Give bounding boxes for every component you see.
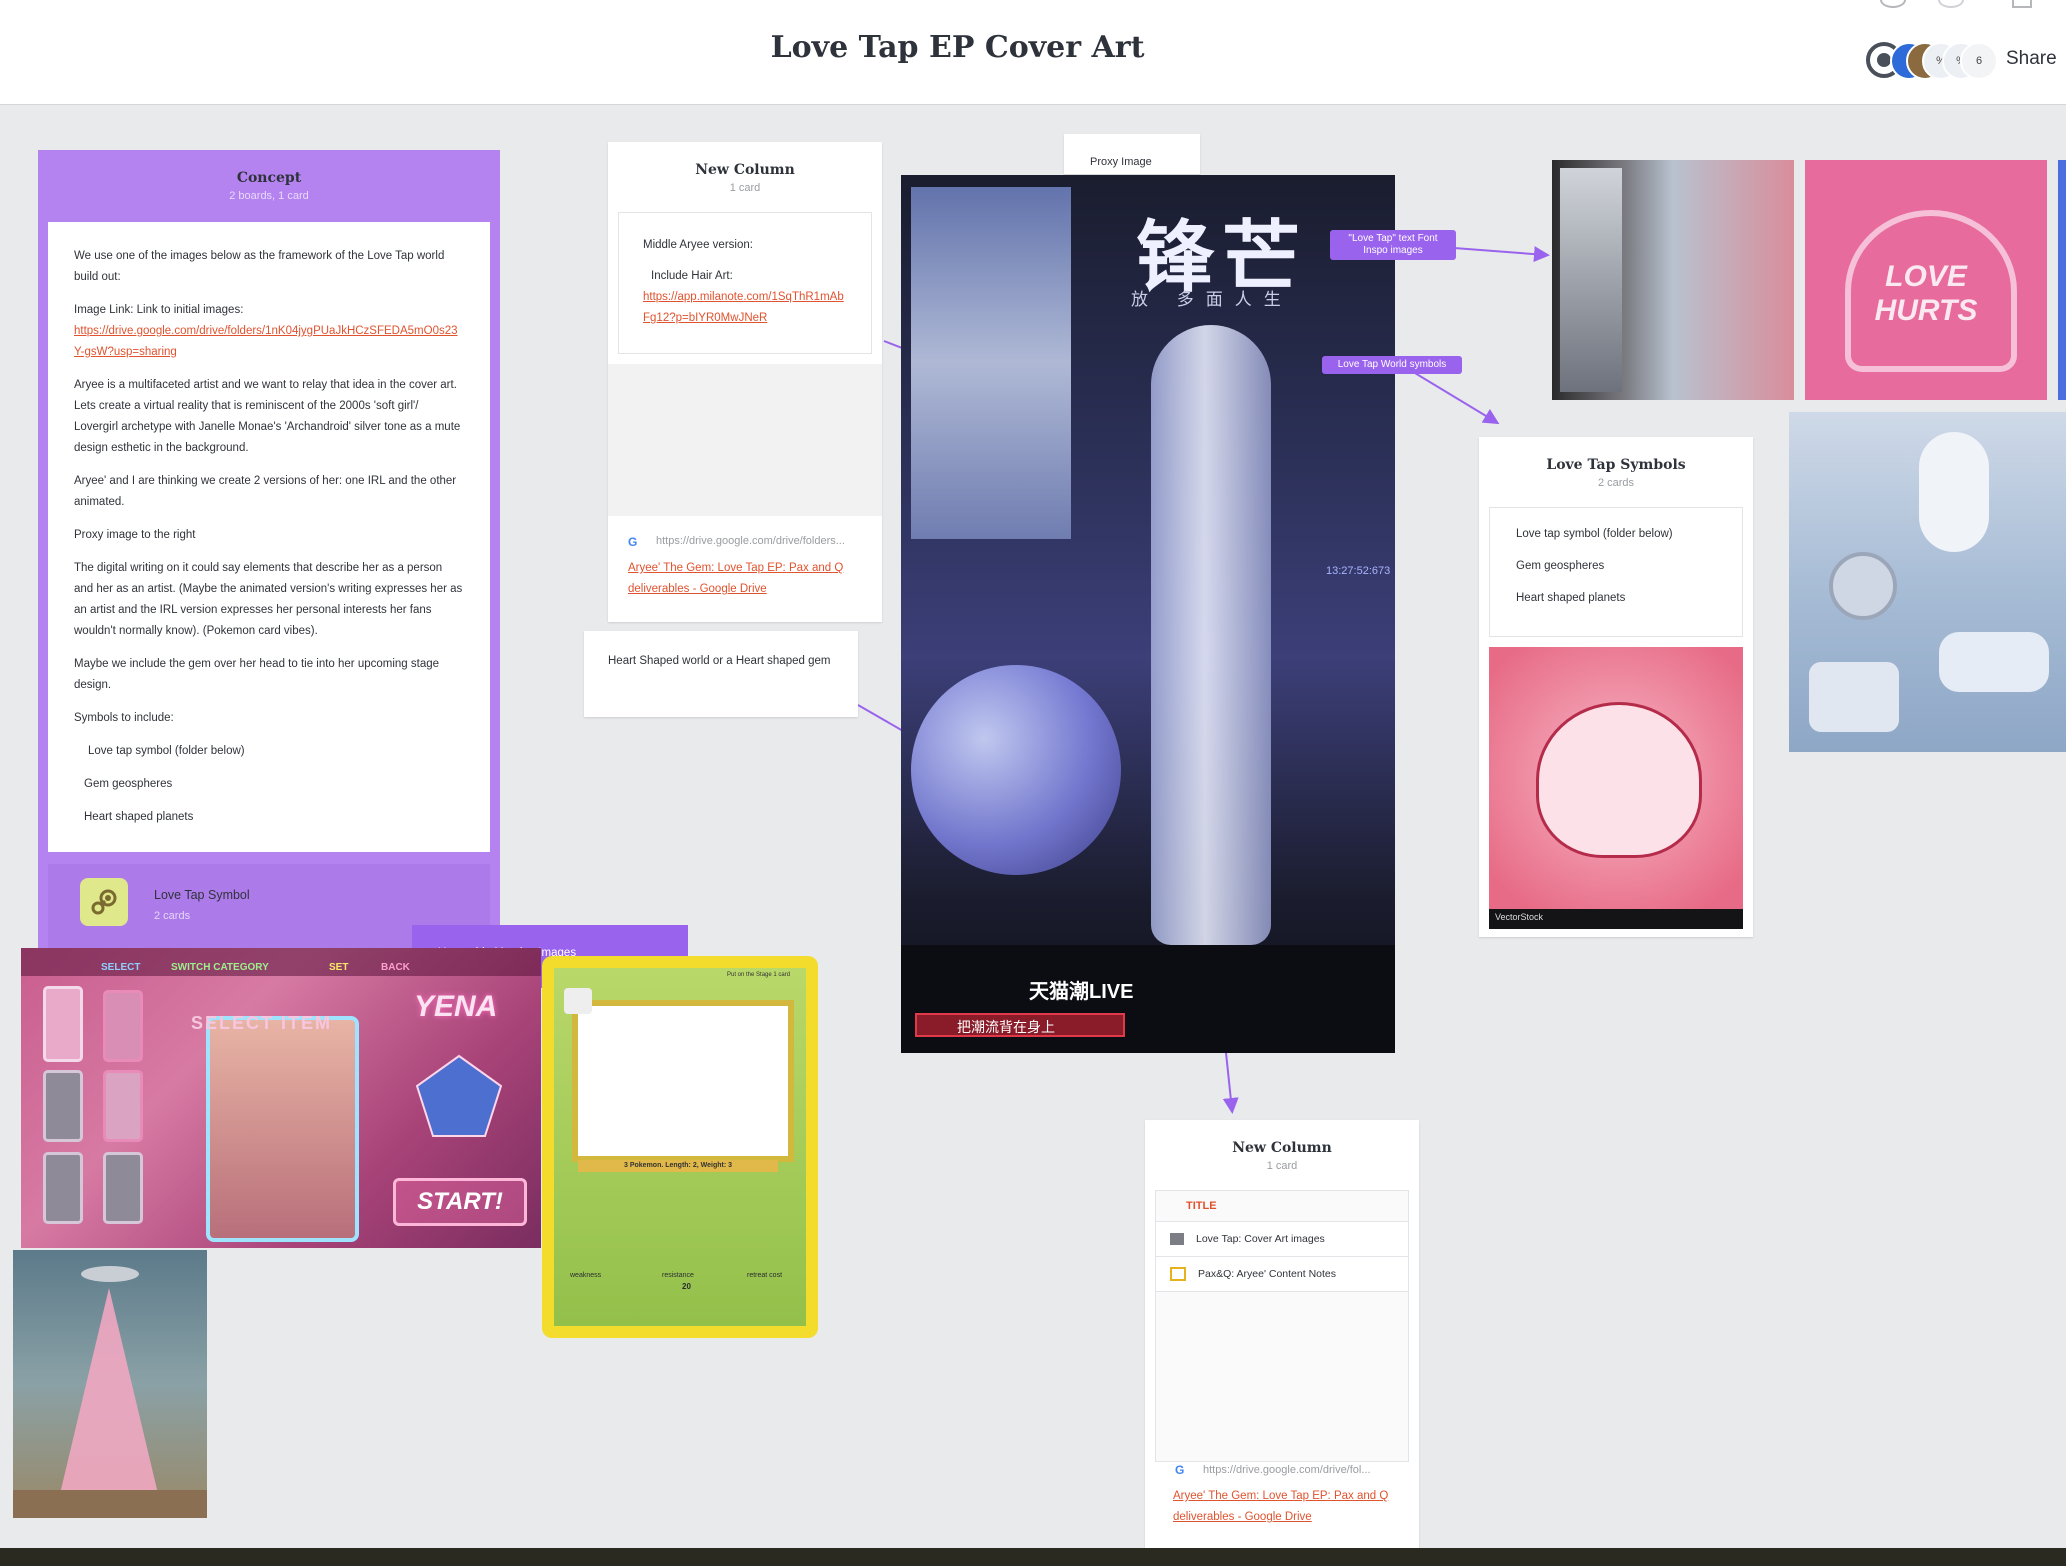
stats-pentagon xyxy=(415,1054,503,1137)
google-g-icon: G xyxy=(628,535,638,549)
column-count: 1 card xyxy=(1266,1160,1298,1172)
bookmark-url: https://drive.google.com/drive/fol... xyxy=(1203,1464,1371,1476)
symbol-item: Heart shaped planets xyxy=(84,811,194,823)
note-line: Include Hair Art: xyxy=(651,270,733,282)
concept-paragraph: Aryee is a multifaceted artist and we wa… xyxy=(74,379,461,454)
resistance-label: resistance xyxy=(662,1272,694,1279)
hair-note-card[interactable]: Middle Aryee version: Include Hair Art: … xyxy=(618,212,872,354)
font-inspo-image-love-hurts[interactable]: LOVE HURTS xyxy=(1805,160,2047,400)
note-text: Heart Shaped world or a Heart shaped gem xyxy=(608,655,831,667)
concept-paragraph: The digital writing on it could say elem… xyxy=(74,562,463,637)
row-label: Love Tap: Cover Art images xyxy=(1196,1232,1325,1245)
concept-paragraph: Aryee' and I are thinking we create 2 ve… xyxy=(74,475,457,508)
font-inspo-image-chrome-face[interactable] xyxy=(1552,160,1794,400)
world-symbols-tag[interactable]: Love Tap World symbols xyxy=(1322,356,1462,374)
new-column-bottom[interactable]: New Column 1 card TITLE Love Tap: Cover … xyxy=(1145,1120,1419,1550)
google-g-icon: G xyxy=(1175,1463,1185,1477)
select-hint: SELECT xyxy=(101,962,141,973)
drive-link[interactable]: https://drive.google.com/drive/folders/1… xyxy=(74,321,464,363)
poster-slogan: 把潮流背在身上 xyxy=(915,1013,1125,1037)
heart-globe-graphic xyxy=(1536,702,1702,858)
character-name: YENA xyxy=(414,990,498,1023)
note-icon xyxy=(1170,1267,1186,1281)
sub-board-count: 2 cards xyxy=(154,910,191,922)
set-hint: SET xyxy=(329,962,349,973)
proxy-image-label[interactable]: Proxy Image xyxy=(1064,134,1200,174)
concept-paragraph: We use one of the images below as the fr… xyxy=(74,250,445,283)
card-top-label: Put on the Stage 1 card xyxy=(727,972,791,978)
symbol-item: Heart shaped planets xyxy=(1516,592,1626,604)
partial-inspo-image[interactable] xyxy=(2058,160,2066,400)
column-title: New Column xyxy=(1232,1140,1332,1156)
heart-world-note[interactable]: Heart Shaped world or a Heart shaped gem xyxy=(584,631,858,717)
pokemon-card-template-image[interactable]: Put on the Stage 1 card 3 Pokemon. Lengt… xyxy=(542,956,818,1338)
weakness-label: weakness xyxy=(570,1272,602,1279)
bottom-edge-strip xyxy=(0,1548,2066,1566)
select-item-heading: SELECT ITEM xyxy=(191,1013,333,1033)
symbol-item: Gem geospheres xyxy=(84,778,173,790)
new-column-top[interactable]: New Column 1 card Middle Aryee version: … xyxy=(608,142,882,622)
poster-brand: 天猫潮LIVE xyxy=(1029,981,1134,1003)
bookmark-preview-area xyxy=(608,364,882,516)
concept-paragraph: Image Link: Link to initial images: xyxy=(74,304,244,316)
connector-line xyxy=(1453,246,1550,263)
steam-logo-icon xyxy=(80,878,128,926)
row-label: Pax&Q: Aryee' Content Notes xyxy=(1198,1267,1336,1280)
symbol-item: Gem geospheres xyxy=(1516,560,1605,572)
linked-items-table: TITLE Love Tap: Cover Art images Pax&Q: … xyxy=(1155,1190,1409,1462)
love-hurts-text: LOVE HURTS xyxy=(1874,260,1978,327)
proxy-label-text: Proxy Image xyxy=(1090,156,1152,168)
concept-title: Concept xyxy=(236,170,302,186)
table-row[interactable]: Love Tap: Cover Art images xyxy=(1156,1222,1408,1257)
poster-chinese-subtitle: 放 多面人生 xyxy=(1131,290,1293,309)
symbols-board-title: Love Tap Symbols xyxy=(1546,457,1686,473)
symbol-item: Love tap symbol (folder below) xyxy=(88,745,245,757)
back-hint: BACK xyxy=(381,962,410,973)
proxy-poster-image[interactable]: 锋芒 放 多面人生 13:27:52:673 天猫潮LIVE 把潮流背在身上 xyxy=(901,175,1395,1053)
card-info-strip: 3 Pokemon. Length: 2, Weight: 3 xyxy=(578,1160,778,1172)
switch-category-hint: SWITCH CATEGORY xyxy=(171,962,269,973)
retreat-cost-label: retreat cost xyxy=(747,1272,783,1279)
heart-globe-image[interactable]: VectorStock xyxy=(1489,647,1743,929)
bookmark-title-link[interactable]: Aryee' The Gem: Love Tap EP: Pax and Q d… xyxy=(628,558,868,600)
note-line: Middle Aryee version: xyxy=(643,239,753,251)
love-tap-symbols-board[interactable]: Love Tap Symbols 2 cards Love tap symbol… xyxy=(1479,437,1753,937)
column-title: New Column xyxy=(695,162,795,178)
board-icon xyxy=(1170,1233,1184,1245)
world-symbols-collage-image[interactable] xyxy=(1789,412,2066,752)
ufo-pink-tree-image[interactable] xyxy=(13,1250,207,1518)
bookmark-title-link[interactable]: Aryee' The Gem: Love Tap EP: Pax and Q d… xyxy=(1173,1486,1393,1528)
table-header: TITLE xyxy=(1156,1191,1408,1222)
sub-board-title: Love Tap Symbol xyxy=(154,888,250,902)
start-button-graphic: START! xyxy=(393,1178,527,1226)
table-row[interactable]: Pax&Q: Aryee' Content Notes xyxy=(1156,1257,1408,1292)
game-select-screen-image[interactable]: SELECT SWITCH CATEGORY SET BACK SELECT I… xyxy=(21,948,541,1248)
font-inspo-tag[interactable]: "Love Tap" text Font Inspo images xyxy=(1330,230,1456,260)
poster-code: 13:27:52:673 xyxy=(1326,565,1391,577)
concept-paragraph: Maybe we include the gem over her head t… xyxy=(74,658,440,691)
column-count: 1 card xyxy=(729,182,761,194)
concept-paragraph: Symbols to include: xyxy=(74,712,174,724)
symbols-note-card[interactable]: Love tap symbol (folder below) Gem geosp… xyxy=(1489,507,1743,637)
bookmark-url: https://drive.google.com/drive/folders..… xyxy=(656,535,845,547)
concept-note[interactable]: We use one of the images below as the fr… xyxy=(48,222,490,852)
concept-count: 2 boards, 1 card xyxy=(229,190,309,202)
symbols-board-count: 2 cards xyxy=(1597,477,1635,489)
symbol-item: Love tap symbol (folder below) xyxy=(1516,528,1673,540)
vectorstock-caption: VectorStock xyxy=(1495,912,1544,922)
milanote-link[interactable]: https://app.milanote.com/1SqThR1mAbFg12?… xyxy=(643,287,847,329)
concept-board[interactable]: Concept 2 boards, 1 card We use one of t… xyxy=(38,150,500,950)
resistance-value: 20 xyxy=(682,1282,691,1291)
concept-paragraph: Proxy image to the right xyxy=(74,529,196,541)
